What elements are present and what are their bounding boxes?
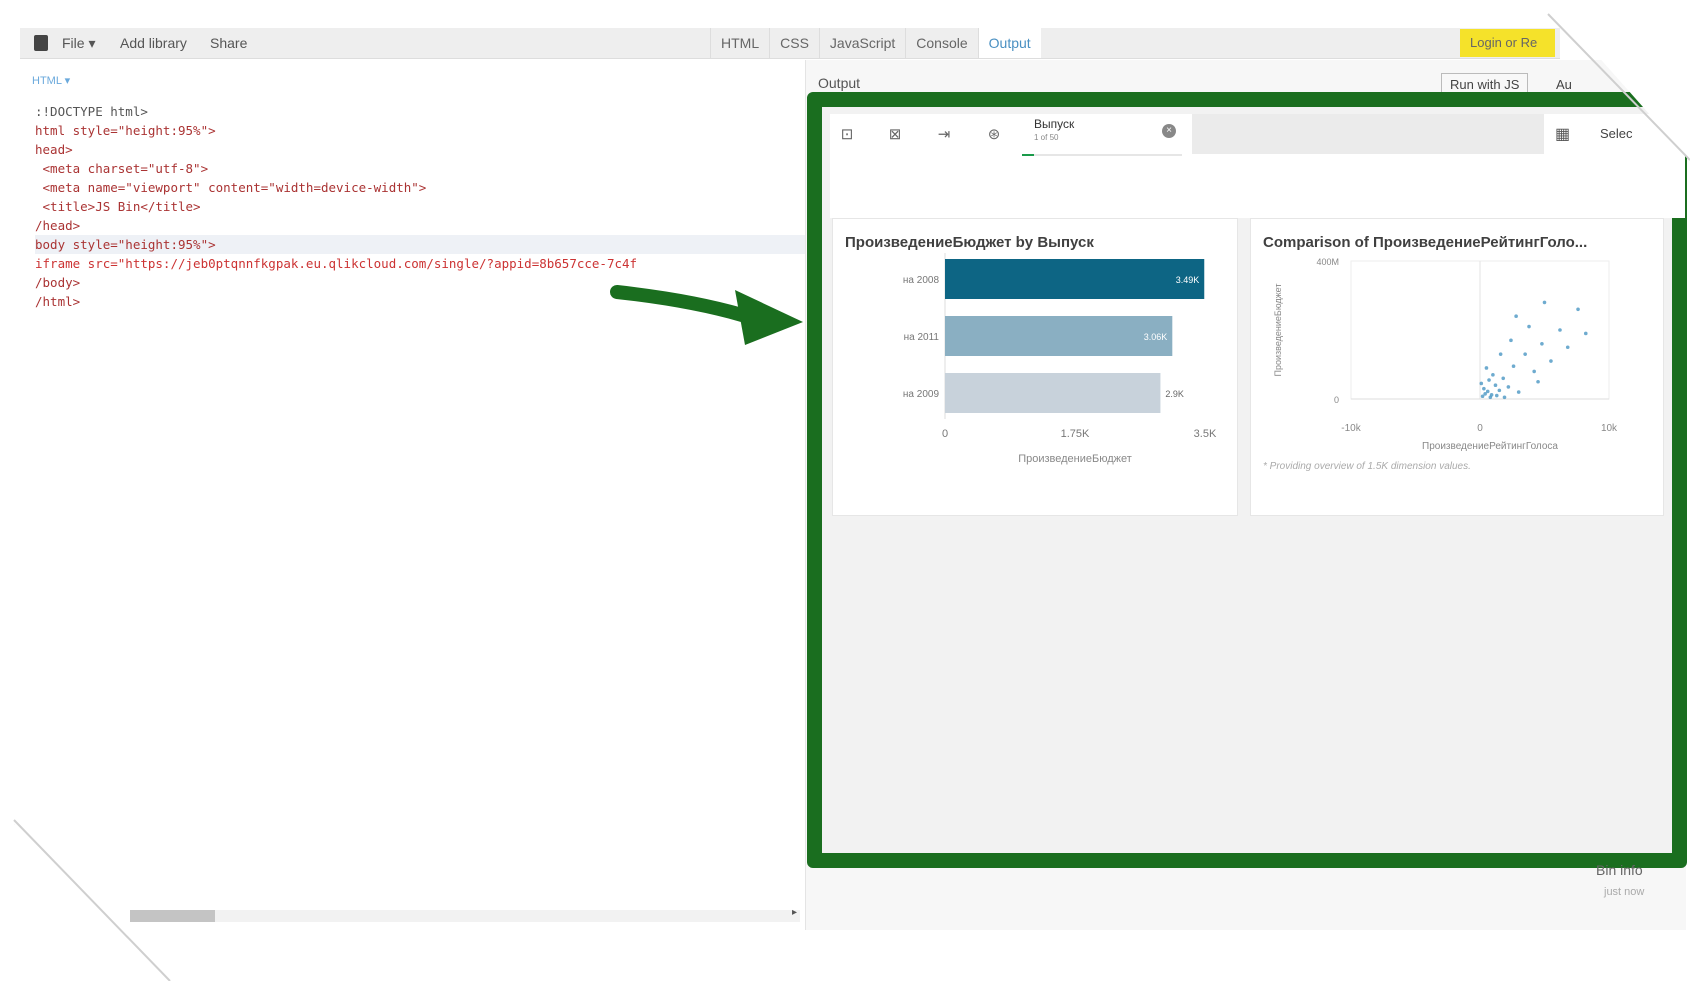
bar: [945, 259, 1205, 299]
code-line: <meta charset="utf-8">: [35, 161, 209, 176]
scatter-point: [1549, 359, 1553, 363]
output-label: Output: [818, 75, 861, 91]
scatter-y-axis-title: ПроизведениеБюджет: [1273, 284, 1283, 377]
scatter-point: [1565, 345, 1570, 350]
scatter-point: [1491, 373, 1495, 377]
code-line: <title>JS Bin</title>: [35, 199, 201, 214]
jsbin-logo-icon[interactable]: [34, 35, 48, 51]
code-line: iframe src="https://jeb0ptqnnfkgpak.eu.q…: [35, 256, 638, 271]
scatter-point: [1494, 393, 1499, 398]
scrollbar-thumb[interactable]: [130, 910, 215, 922]
scatter-note: * Providing overview of 1.5K dimension v…: [1263, 461, 1471, 472]
scatter-point: [1502, 395, 1507, 400]
scatter-point: [1516, 390, 1521, 394]
panel-tabs: HTML CSS JavaScript Console Output: [710, 28, 1041, 58]
clear-selection-icon[interactable]: ×: [1162, 124, 1176, 138]
x-tick-label: 3.5K: [1194, 428, 1217, 440]
sheet-header-area: [830, 156, 1685, 218]
scatter-point: [1509, 338, 1513, 343]
selections-tool-icon[interactable]: ⊠: [883, 124, 907, 146]
x-tick-label: 0: [942, 428, 948, 440]
bar-chart: на 2008 3.49K на 2011 3.06K на 2009 2.9K 0 1.75…: [903, 253, 1217, 465]
bar-category-label: на 2008: [903, 275, 940, 286]
html-code-editor[interactable]: :!DOCTYPE html> html style="height:95%">…: [35, 102, 805, 311]
scatter-chart: -10k 0 10k 400M 0 ПроизведениеРейтингГолоса Пр…: [1263, 257, 1618, 472]
bar-value-label: 2.9K: [1165, 389, 1184, 399]
scatter-point: [1485, 389, 1490, 394]
bar-chart-panel[interactable]: ПроизведениеБюджет by Выпуск на 2008 3.49…: [832, 218, 1238, 516]
scatter-point: [1497, 388, 1502, 393]
scatter-y-tick-label: 0: [1334, 395, 1339, 405]
smart-search-icon[interactable]: ⊡: [835, 124, 859, 146]
tab-output[interactable]: Output: [977, 28, 1041, 58]
scatter-point: [1583, 331, 1588, 336]
clear-selections-icon[interactable]: ⊛: [982, 124, 1006, 146]
scatter-point: [1482, 386, 1486, 391]
bar-category-label: на 2011: [904, 332, 940, 343]
scatter-point: [1501, 376, 1506, 381]
code-line: :!DOCTYPE html>: [35, 104, 148, 119]
code-line: /html>: [35, 294, 81, 309]
code-line: <meta name="viewport" content="width=dev…: [35, 180, 427, 195]
bar: [945, 373, 1161, 413]
scatter-point: [1576, 307, 1580, 312]
scatter-point: [1506, 385, 1511, 389]
scroll-right-arrow-icon[interactable]: ▸: [792, 907, 797, 918]
tab-css[interactable]: CSS: [769, 28, 819, 58]
scatter-point: [1532, 369, 1536, 374]
file-menu[interactable]: File ▾: [62, 35, 95, 52]
scatter-point: [1498, 352, 1503, 356]
step-forward-icon[interactable]: ⇥: [932, 124, 956, 146]
bar-category-label: на 2009: [903, 389, 940, 400]
scatter-point: [1479, 381, 1484, 386]
code-line: /head>: [35, 218, 81, 233]
scatter-x-axis-title: ПроизведениеРейтингГолоса: [1422, 441, 1558, 452]
code-line: html style="height:95%">: [35, 123, 216, 138]
tab-console[interactable]: Console: [905, 28, 977, 58]
selection-field-name: Выпуск: [1034, 117, 1075, 131]
jsbin-toolbar: File ▾ Add library Share HTML CSS JavaSc…: [20, 28, 1560, 59]
scatter-point: [1523, 352, 1527, 356]
code-line: body style="height:95%">: [35, 235, 805, 254]
login-button[interactable]: Login or Re: [1460, 29, 1555, 57]
editor-language-label[interactable]: HTML ▾: [32, 74, 70, 87]
selection-chip[interactable]: Выпуск 1 of 50 ×: [1022, 114, 1182, 157]
scatter-point: [1484, 366, 1489, 370]
scatter-point: [1511, 364, 1516, 369]
bar-value-label: 3.06K: [1144, 332, 1168, 342]
scatter-point: [1527, 324, 1531, 329]
add-library-button[interactable]: Add library: [120, 35, 187, 51]
scatter-point: [1558, 328, 1562, 332]
scatter-x-tick-label: 0: [1477, 423, 1483, 434]
auto-run-label[interactable]: Au: [1556, 77, 1572, 92]
tab-html[interactable]: HTML: [710, 28, 769, 58]
editor-horizontal-scrollbar[interactable]: ▸: [130, 907, 800, 922]
scatter-x-tick-label: 10k: [1601, 423, 1618, 434]
code-line: /body>: [35, 275, 81, 290]
scatter-point: [1540, 342, 1544, 346]
bin-info-time: just now: [1604, 886, 1645, 898]
selection-count: 1 of 50: [1034, 133, 1059, 142]
scatter-y-tick-label: 400M: [1316, 257, 1339, 267]
selections-button[interactable]: Selec: [1600, 126, 1633, 141]
scatter-point: [1542, 300, 1547, 305]
x-axis-title: ПроизведениеБюджет: [1018, 453, 1132, 465]
qlik-selection-toolbar: ⊡ ⊠ ⇥ ⊛ Выпуск 1 of 50 × ▦ Selec: [830, 114, 1685, 157]
scatter-point: [1514, 314, 1518, 318]
grid-icon[interactable]: ▦: [1555, 124, 1570, 144]
scatter-point: [1493, 383, 1498, 387]
scatter-point: [1487, 378, 1491, 382]
scatter-point: [1488, 395, 1493, 400]
bar: [945, 316, 1173, 356]
scatter-point: [1536, 379, 1540, 384]
share-button[interactable]: Share: [210, 35, 247, 51]
scatter-chart-panel[interactable]: Comparison of ПроизведениеРейтингГоло...…: [1250, 218, 1664, 516]
tab-javascript[interactable]: JavaScript: [818, 28, 905, 58]
bar-value-label: 3.49K: [1176, 275, 1200, 285]
scatter-x-tick-label: -10k: [1341, 423, 1361, 434]
x-tick-label: 1.75K: [1061, 428, 1090, 440]
selection-empty-area: [1192, 114, 1544, 154]
code-line: head>: [35, 142, 73, 157]
bin-info-label[interactable]: Bin info: [1596, 862, 1643, 878]
